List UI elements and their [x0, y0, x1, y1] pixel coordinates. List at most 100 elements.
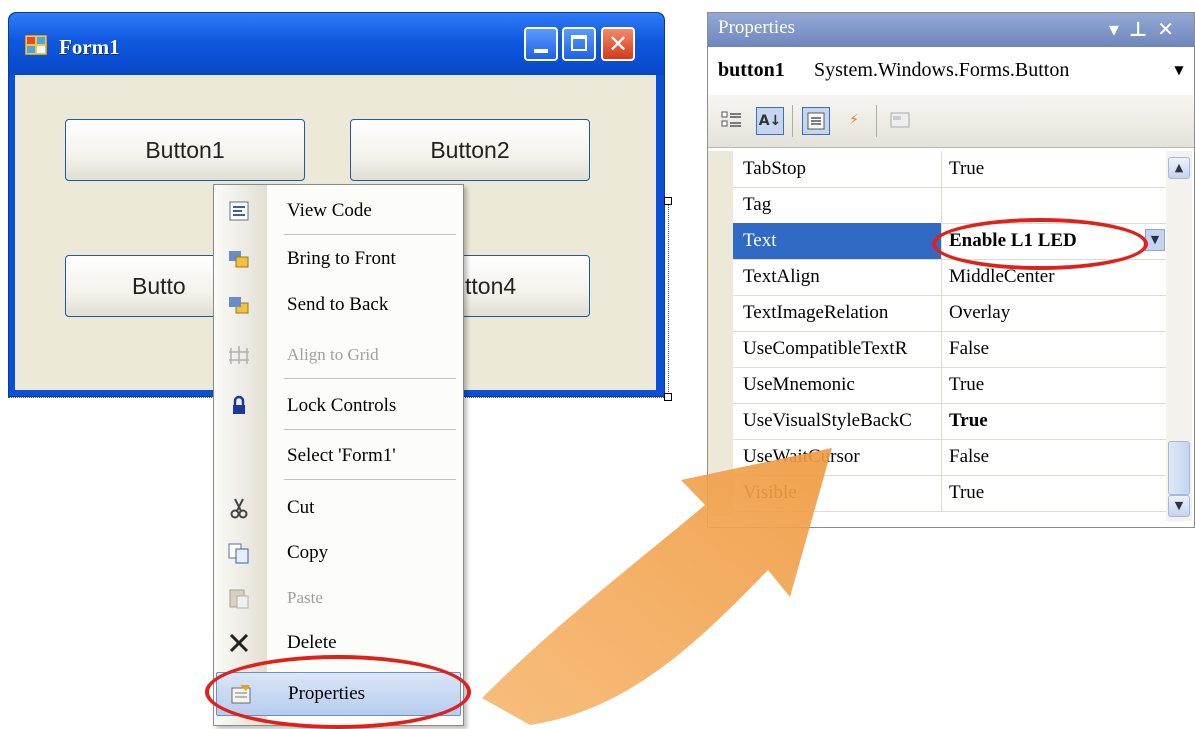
menu-separator	[284, 234, 456, 235]
object-name: button1	[718, 59, 785, 81]
menu-item-paste[interactable]: Paste	[214, 578, 463, 618]
property-name: Text	[733, 223, 941, 259]
maximize-button[interactable]	[562, 27, 596, 61]
toolbar-separator	[876, 105, 877, 137]
property-row-usemnemonic[interactable]: UseMnemonic True	[733, 367, 1166, 404]
menu-item-cut[interactable]: Cut	[214, 488, 463, 528]
view-code-icon	[229, 201, 249, 221]
button4-label: tton4	[465, 272, 517, 299]
menu-label-send-to-back: Send to Back	[287, 294, 389, 315]
pin-icon[interactable]: ⊥	[1129, 17, 1157, 41]
property-name: UseMnemonic	[743, 374, 855, 395]
property-value[interactable]: False	[949, 439, 989, 475]
dropdown-arrow-icon[interactable]: ▼	[1172, 61, 1186, 79]
button1[interactable]: Button1	[65, 119, 305, 181]
categorized-icon[interactable]	[718, 107, 746, 135]
property-value[interactable]: False	[949, 331, 989, 367]
property-row-tag[interactable]: Tag	[733, 187, 1166, 224]
property-value[interactable]: True	[949, 475, 984, 511]
alphabetical-icon[interactable]: A↓	[756, 107, 784, 135]
copy-icon	[228, 543, 249, 564]
menu-item-lock-controls[interactable]: Lock Controls	[214, 386, 463, 426]
menu-label-lock-controls: Lock Controls	[287, 395, 397, 416]
menu-label-paste: Paste	[287, 588, 323, 607]
menu-label-cut: Cut	[287, 497, 315, 518]
property-row-usecompatibletextrendering[interactable]: UseCompatibleTextR False	[733, 331, 1166, 368]
window-position-icon[interactable]: ▾	[1109, 17, 1129, 41]
form1-title-bar[interactable]: Form1 ✕	[9, 13, 664, 75]
menu-separator	[284, 378, 456, 379]
menu-item-select-form1[interactable]: Select 'Form1'	[214, 436, 463, 476]
text-property-value[interactable]: Enable L1 LED	[949, 223, 1077, 259]
menu-label-bring-to-front: Bring to Front	[287, 248, 396, 269]
properties-title-bar[interactable]: Properties ▾⊥✕	[708, 13, 1194, 47]
minimize-button[interactable]	[524, 27, 558, 61]
object-type: System.Windows.Forms.Button	[814, 59, 1070, 81]
property-value[interactable]: MiddleCenter	[949, 259, 1055, 295]
scrollbar-thumb[interactable]	[1168, 441, 1190, 495]
property-value[interactable]: True	[949, 367, 984, 403]
close-icon: ✕	[607, 30, 629, 58]
align-to-grid-icon	[229, 346, 249, 364]
properties-icon	[231, 685, 251, 704]
menu-item-properties[interactable]: Properties	[216, 672, 461, 716]
close-panel-icon[interactable]: ✕	[1157, 17, 1184, 41]
property-name: UseCompatibleTextR	[743, 338, 908, 359]
menu-item-send-to-back[interactable]: Send to Back	[214, 285, 463, 325]
events-icon[interactable]: ⚡	[840, 107, 868, 135]
menu-label-delete: Delete	[287, 632, 337, 653]
delete-icon	[229, 633, 249, 653]
property-row-usewaitcursor[interactable]: UseWaitCursor False	[733, 439, 1166, 476]
property-pages-icon[interactable]	[886, 107, 914, 135]
property-row-text[interactable]: Text Enable L1 LED ▼	[733, 223, 1166, 260]
property-name: Tag	[743, 194, 772, 215]
property-row-visible[interactable]: Visible True	[733, 475, 1166, 512]
menu-separator	[284, 429, 456, 430]
button3-label: Butto	[132, 272, 186, 299]
property-value[interactable]: True	[949, 151, 984, 187]
menu-label-select-form1: Select 'Form1'	[287, 445, 396, 466]
properties-toolbar: A↓ ⚡	[708, 95, 1194, 148]
menu-item-copy[interactable]: Copy	[214, 533, 463, 573]
menu-separator	[284, 479, 456, 480]
close-button[interactable]: ✕	[601, 27, 635, 61]
toolbar-separator	[792, 105, 793, 137]
scissors-icon	[230, 498, 248, 519]
property-row-tabstop[interactable]: TabStop True	[733, 151, 1166, 188]
menu-item-bring-to-front[interactable]: Bring to Front	[214, 239, 463, 279]
form1-title: Form1	[59, 35, 120, 59]
property-name: UseWaitCursor	[743, 446, 860, 467]
resize-handle-right[interactable]	[664, 197, 672, 205]
scroll-up-icon[interactable]: ▲	[1168, 157, 1190, 179]
property-name: TextAlign	[743, 266, 820, 287]
property-grid: TabStop True Tag Text Enable L1 LED ▼ TextA…	[708, 151, 1166, 516]
scroll-down-icon[interactable]: ▼	[1168, 495, 1190, 517]
property-row-usevisualstylebackcolor[interactable]: UseVisualStyleBackC True	[733, 403, 1166, 440]
property-name: TextImageRelation	[743, 302, 889, 323]
selection-border-right	[668, 200, 669, 396]
property-row-textimagerelation[interactable]: TextImageRelation Overlay	[733, 295, 1166, 332]
button2[interactable]: Button2	[350, 119, 590, 181]
menu-item-align-to-grid[interactable]: Align to Grid	[214, 335, 463, 375]
lock-icon	[233, 395, 245, 414]
button1-label: Button1	[145, 136, 225, 163]
button2-label: Button2	[430, 136, 510, 163]
menu-label-properties: Properties	[288, 683, 366, 704]
property-name: TabStop	[743, 158, 807, 179]
property-name: UseVisualStyleBackC	[743, 410, 912, 431]
menu-label-align-to-grid: Align to Grid	[287, 345, 379, 364]
properties-title: Properties	[718, 17, 796, 38]
property-grid-scrollbar[interactable]: ▲ ▼	[1166, 151, 1192, 521]
menu-item-delete[interactable]: Delete	[214, 623, 463, 663]
menu-item-view-code[interactable]: View Code	[214, 191, 463, 231]
property-name: Visible	[743, 482, 797, 503]
bring-to-front-icon	[229, 251, 249, 268]
menu-label-copy: Copy	[287, 542, 329, 563]
chevron-down-icon[interactable]: ▼	[1145, 229, 1165, 251]
property-row-textalign[interactable]: TextAlign MiddleCenter	[733, 259, 1166, 296]
object-selector[interactable]: button1 System.Windows.Forms.Button ▼	[708, 47, 1194, 96]
properties-view-icon[interactable]	[802, 107, 830, 135]
property-value[interactable]: True	[949, 403, 988, 439]
resize-handle-corner[interactable]	[664, 393, 672, 401]
property-value[interactable]: Overlay	[949, 295, 1010, 331]
